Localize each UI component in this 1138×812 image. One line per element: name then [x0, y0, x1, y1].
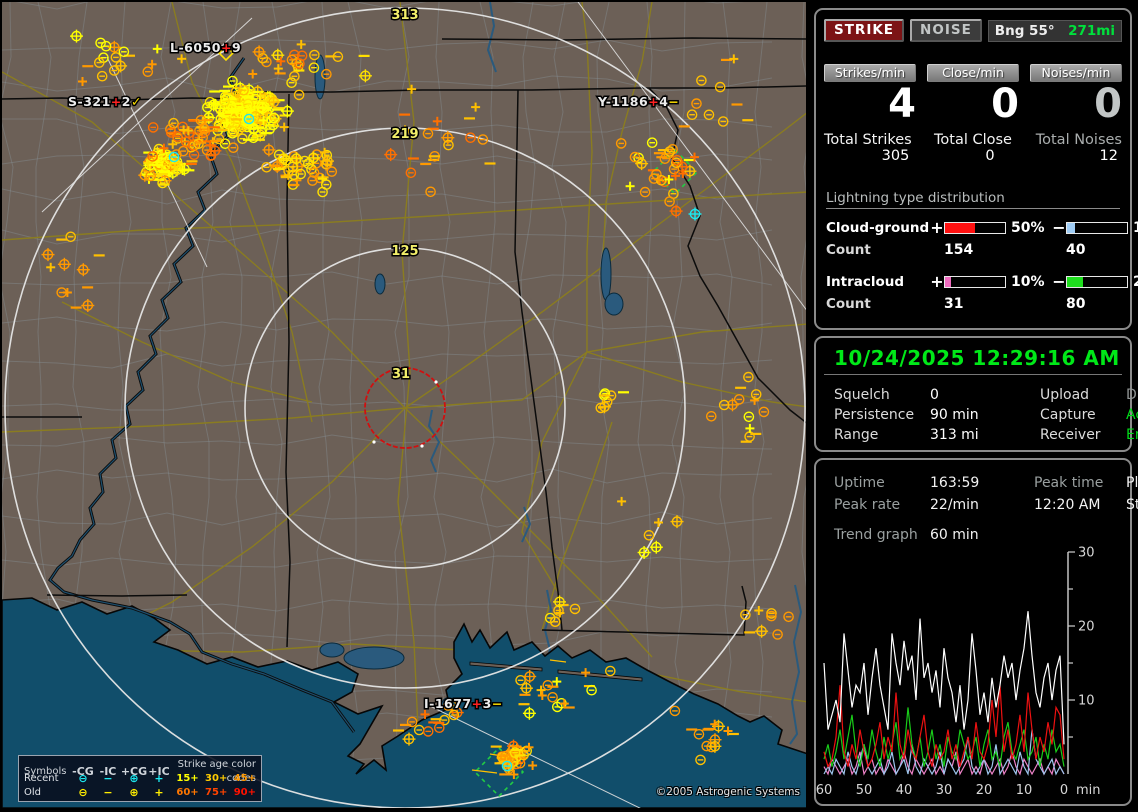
- svg-text:10: 10: [1016, 783, 1033, 798]
- alarm-ring-dot: [420, 444, 423, 447]
- storm-cell-label[interactable]: Y-1186+4−: [597, 94, 679, 109]
- minus-icon: −: [96, 786, 120, 800]
- ic-minus-bar: [1066, 276, 1128, 288]
- ring-distance-label: 219: [391, 127, 418, 142]
- legend-row-old: Old ⊖ − ⊕ + 60+ 75+ 90+: [24, 786, 256, 800]
- noise-mode-button[interactable]: NOISE: [910, 19, 982, 42]
- svg-text:40: 40: [896, 783, 913, 798]
- svg-text:30: 30: [936, 783, 953, 798]
- trend-graph: 10 20 30 60 50 40 30 20 10 0 min: [816, 542, 1132, 800]
- cloud-ground-row: Cloud-ground + 50% − 13%: [826, 218, 1120, 237]
- stats-row-uptime: Uptime 163:59 Peak time Plot: [834, 472, 1120, 494]
- noises-per-min-value: 0: [1030, 82, 1122, 126]
- svg-text:0: 0: [1060, 783, 1068, 798]
- noises-per-min-counter: Noises/min 0: [1023, 64, 1122, 126]
- legend-row-recent: Recent ⊖ − ⊕ + 15+ 30+ 45+: [24, 772, 256, 786]
- bearing-readout: Bng 55° 271mi: [988, 20, 1122, 42]
- intracloud-counts: Count 31 80: [826, 296, 1120, 312]
- cg-plus-bar: [944, 222, 1006, 234]
- datetime-display: 10/24/2025 12:29:16 AM: [824, 338, 1122, 375]
- ring-distance-label: 125: [391, 244, 418, 259]
- strikes-per-min-counter: Strikes/min 4: [824, 64, 923, 126]
- telemetry-panel: STRIKE NOISE Bng 55° 271mi Strikes/min 4…: [810, 0, 1138, 812]
- circled-minus-icon: ⊖: [70, 772, 96, 786]
- capture-status: Active: [1126, 405, 1138, 425]
- plot-mode-value: Strike: [1126, 494, 1138, 516]
- app-window: 313 219 125 31 S-321+2✓ L-6050+9 Y-1186+4− I-16…: [0, 0, 1138, 812]
- cg-minus-bar: [1066, 222, 1128, 234]
- receiver-status: Enabled: [1126, 425, 1138, 445]
- plus-icon: +: [148, 772, 170, 786]
- alarm-ring-dot: [372, 440, 375, 443]
- svg-text:50: 50: [856, 783, 873, 798]
- svg-text:10: 10: [1078, 694, 1095, 709]
- bearing-label: Bng 55°: [995, 23, 1055, 39]
- storm-map[interactable]: 313 219 125 31 S-321+2✓ L-6050+9 Y-1186+4− I-16…: [2, 2, 806, 808]
- strike-mode-button[interactable]: STRIKE: [824, 19, 904, 42]
- status-box: 10/24/2025 12:29:16 AM Squelch 0 Upload …: [814, 336, 1132, 452]
- plus-icon: +: [148, 786, 170, 800]
- close-per-min-value: 0: [927, 82, 1019, 126]
- strikes-per-min-label[interactable]: Strikes/min: [824, 64, 916, 82]
- svg-text:20: 20: [976, 783, 993, 798]
- bearing-range: 271mi: [1068, 23, 1115, 39]
- noises-per-min-label[interactable]: Noises/min: [1030, 64, 1122, 82]
- copyright-text: ©2005 Astrogenic Systems: [656, 786, 804, 798]
- svg-text:60: 60: [816, 783, 832, 798]
- storm-cell-label[interactable]: S-321+2✓: [68, 94, 142, 109]
- total-noises: Total Noises 12: [1023, 132, 1122, 164]
- storm-cell-label[interactable]: L-6050+9: [170, 40, 241, 55]
- svg-text:30: 30: [1078, 546, 1095, 561]
- distribution-title: Lightning type distribution: [826, 190, 1120, 209]
- stats-row-peak: Peak rate 22/min 12:20 AM Strike: [834, 494, 1120, 516]
- peak-rate-value: 22/min: [930, 494, 1034, 516]
- settings-row-persistence: Persistence 90 min Capture Active: [834, 405, 1120, 425]
- ic-plus-bar: [944, 276, 1006, 288]
- circled-plus-icon: ⊕: [120, 786, 148, 800]
- minus-icon: −: [96, 772, 120, 786]
- upload-status: Disabled: [1126, 385, 1138, 405]
- cloud-ground-counts: Count 154 40: [826, 242, 1120, 258]
- map-canvas[interactable]: 313 219 125 31 S-321+2✓ L-6050+9 Y-1186+4− I-16…: [2, 2, 806, 808]
- map-legend: Symbols -CG -IC +CG +IC Strike age color…: [18, 755, 262, 802]
- alarm-ring-dot: [434, 380, 437, 383]
- peak-time-value: 12:20 AM: [1034, 494, 1126, 516]
- close-per-min-counter: Close/min 0: [923, 64, 1022, 126]
- uptime-value: 163:59: [930, 472, 1034, 494]
- settings-row-range: Range 313 mi Receiver Enabled: [834, 425, 1120, 445]
- circled-plus-icon: ⊕: [120, 772, 148, 786]
- intracloud-row: Intracloud + 10% − 26%: [826, 272, 1120, 291]
- settings-row-squelch: Squelch 0 Upload Disabled: [834, 385, 1120, 405]
- storm-cell-label[interactable]: I-1677+3−: [424, 696, 503, 711]
- svg-text:20: 20: [1078, 620, 1095, 635]
- lightning-type-distribution: Lightning type distribution Cloud-ground…: [816, 164, 1130, 312]
- ring-distance-label: 31: [392, 367, 410, 382]
- strike-counters-box: STRIKE NOISE Bng 55° 271mi Strikes/min 4…: [814, 8, 1132, 330]
- close-per-min-label[interactable]: Close/min: [927, 64, 1019, 82]
- total-strikes: Total Strikes 305: [824, 132, 923, 164]
- ring-distance-label: 313: [391, 8, 418, 23]
- svg-text:min: min: [1076, 783, 1101, 798]
- strikes-per-min-value: 4: [824, 82, 916, 126]
- trend-box: Uptime 163:59 Peak time Plot Peak rate 2…: [814, 458, 1132, 806]
- total-close: Total Close 0: [923, 132, 1022, 164]
- circled-minus-icon: ⊖: [70, 786, 96, 800]
